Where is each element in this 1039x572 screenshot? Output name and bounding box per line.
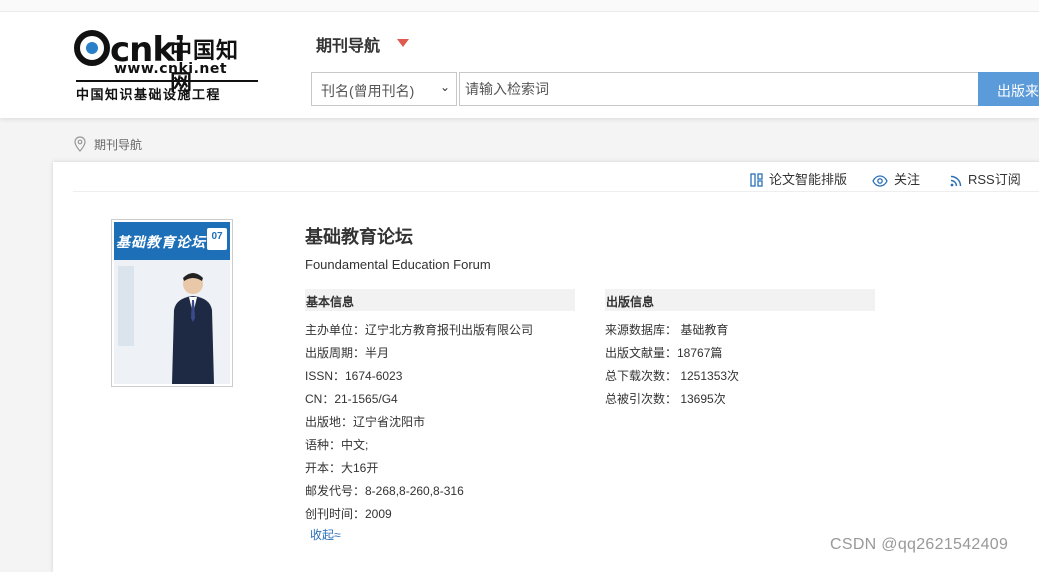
eye-icon — [872, 175, 888, 187]
basic-info-heading: 基本信息 — [305, 289, 575, 311]
top-strip — [0, 0, 1039, 12]
location-pin-icon — [74, 136, 86, 152]
basic-info-postal-code: 邮发代号：8-268,8-260,8-316 — [305, 484, 464, 498]
follow-button[interactable]: 关注 — [872, 169, 920, 188]
watermark: CSDN @qq2621542409 — [830, 536, 1009, 553]
basic-info-format: 开本：大16开 — [305, 461, 379, 475]
collapse-link[interactable]: 收起≈ — [310, 526, 341, 543]
publish-info-downloads: 总下载次数： 1251353次 — [605, 369, 740, 383]
logo-globe-icon — [74, 30, 110, 66]
search-field-select-value: 刊名(曾用刊名) — [321, 83, 415, 99]
publish-info-article-count: 出版文献量：18767篇 — [605, 346, 723, 360]
basic-info-issn: ISSN：1674-6023 — [305, 369, 403, 383]
basic-info-frequency: 出版周期：半月 — [305, 346, 390, 360]
nav-dropdown-arrow-icon[interactable] — [397, 39, 409, 47]
cover-image: 基础教育论坛 07 — [114, 222, 230, 384]
publish-info-database: 来源数据库： 基础教育 — [605, 323, 729, 337]
basic-info-place: 出版地：辽宁省沈阳市 — [305, 415, 426, 429]
cover-issue: 07 — [207, 228, 227, 250]
layout-icon — [750, 173, 763, 187]
header: cnki 中国知网 www.cnki.net 中国知识基础设施工程 期刊导航 刊… — [0, 12, 1039, 118]
toolbar: 论文智能排版 关注 RSS订阅 — [73, 162, 1039, 192]
chevron-down-icon: ⌄ — [439, 80, 450, 94]
logo-url: www.cnki.net — [114, 61, 228, 77]
journal-subtitle: Foundamental Education Forum — [305, 257, 491, 272]
search-field-select[interactable]: 刊名(曾用刊名) ⌄ — [311, 72, 457, 106]
cover-portrait — [172, 273, 214, 384]
rss-button[interactable]: RSS订阅 — [950, 169, 1021, 188]
cover-title: 基础教育论坛 — [116, 235, 206, 251]
publish-info-heading: 出版信息 — [605, 289, 875, 311]
follow-label: 关注 — [894, 172, 921, 187]
cover-side-text — [118, 266, 134, 346]
nav-title[interactable]: 期刊导航 — [316, 32, 380, 56]
rss-label: RSS订阅 — [968, 172, 1021, 187]
logo-subtitle: 中国知识基础设施工程 — [76, 80, 258, 103]
journal-cover[interactable]: 基础教育论坛 07 — [111, 219, 233, 387]
publish-info-citations: 总被引次数： 13695次 — [605, 392, 726, 406]
basic-info-cn: CN：21-1565/G4 — [305, 392, 398, 406]
smart-layout-button[interactable]: 论文智能排版 — [750, 169, 847, 188]
search-input[interactable] — [459, 72, 979, 106]
basic-info-language: 语种：中文; — [305, 438, 369, 452]
search-button[interactable]: 出版来 — [978, 72, 1039, 106]
cnki-logo[interactable]: cnki 中国知网 www.cnki.net 中国知识基础设施工程 — [74, 30, 260, 103]
journal-title: 基础教育论坛 — [305, 227, 413, 247]
rss-icon — [950, 175, 962, 187]
breadcrumb-label[interactable]: 期刊导航 — [94, 138, 142, 152]
journal-panel: 论文智能排版 关注 RSS订阅 基础教育论坛 07 基础教育论坛 Foundam… — [53, 162, 1039, 572]
breadcrumb: 期刊导航 — [74, 136, 142, 153]
basic-info-sponsor: 主办单位：辽宁北方教育报刊出版有限公司 — [305, 323, 534, 337]
smart-layout-label: 论文智能排版 — [769, 172, 848, 187]
basic-info-founded: 创刊时间：2009 — [305, 507, 392, 521]
